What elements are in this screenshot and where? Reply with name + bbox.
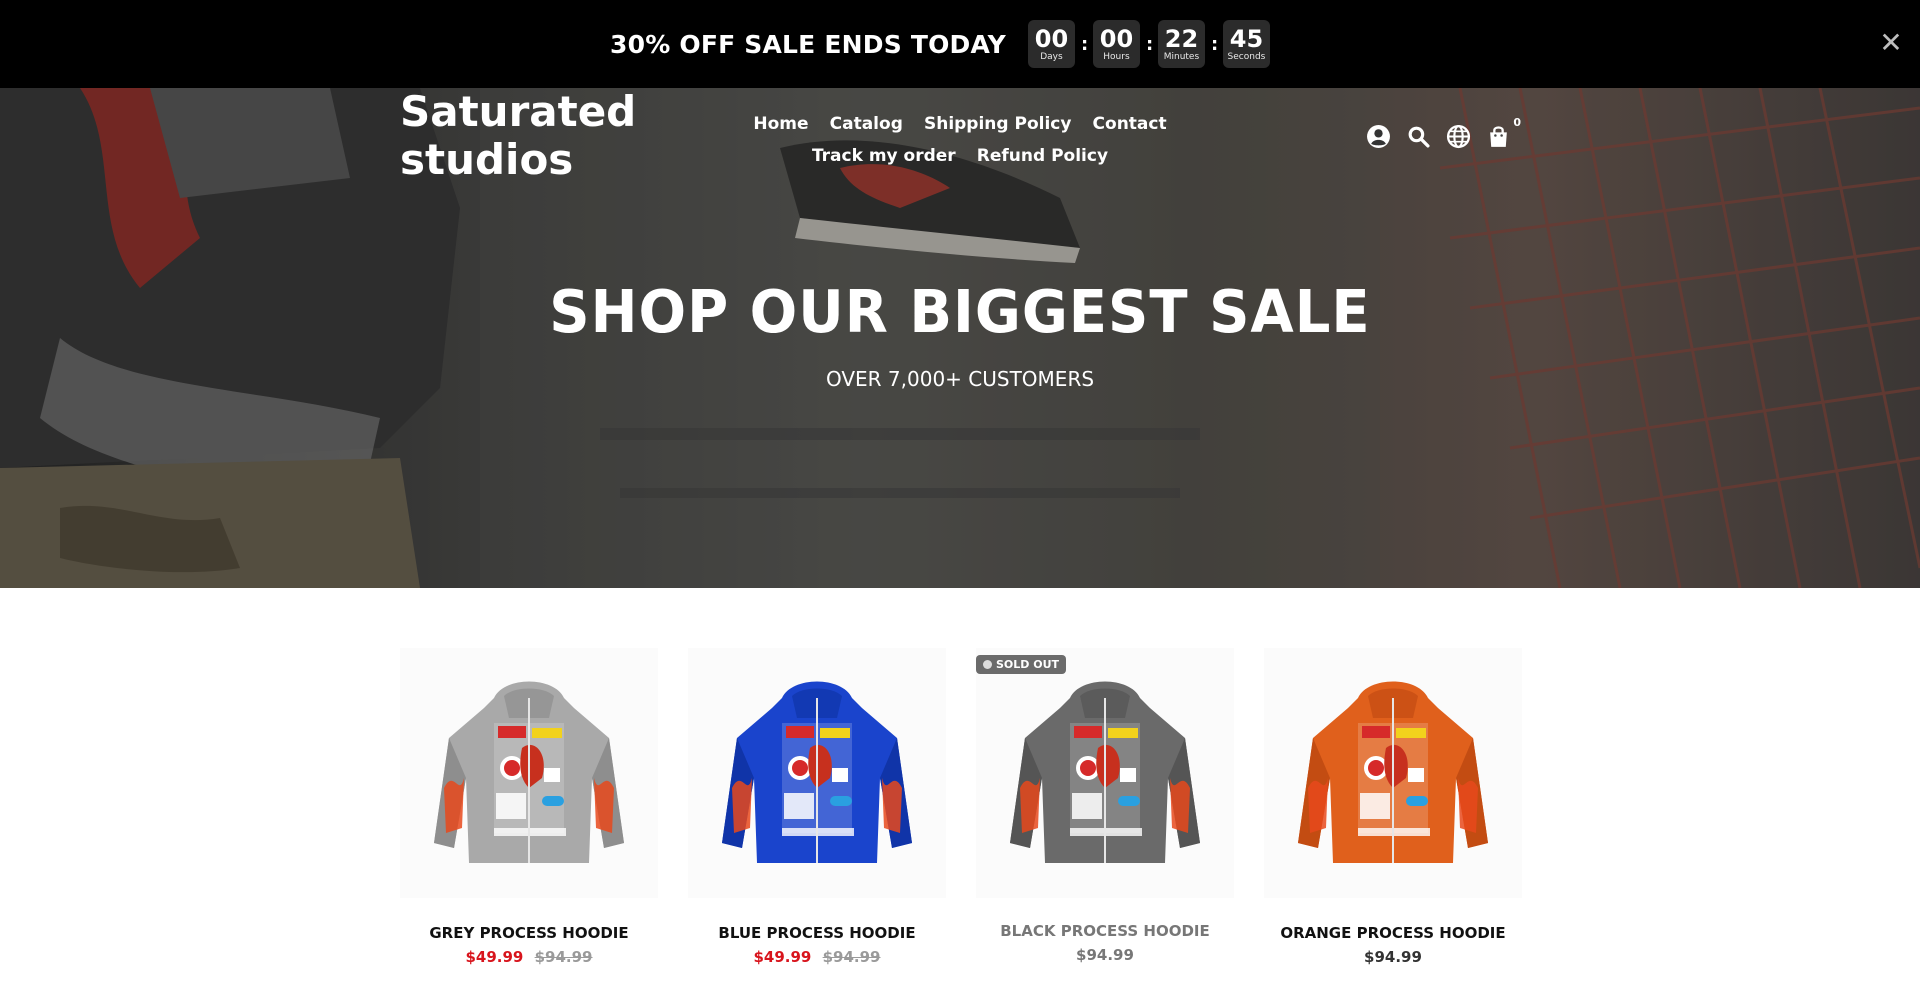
sold-out-icon [983,660,992,669]
countdown-separator: : [1210,33,1219,55]
compare-price: $94.99 [822,948,881,966]
product-card[interactable]: ORANGE PROCESS HOODIE $94.99 [1264,648,1522,966]
countdown-timer: 00 Days : 00 Hours : 22 Minutes : 45 Sec… [1027,20,1270,68]
countdown-seconds: 45 Seconds [1222,20,1270,68]
header-actions: 0 [1366,116,1521,149]
regular-price: $94.99 [1364,948,1422,966]
product-title[interactable]: GREY PROCESS HOODIE [400,924,658,942]
close-icon[interactable]: ✕ [1876,28,1906,58]
countdown-separator: : [1080,33,1089,55]
main-navigation: Home Catalog Shipping Policy Contact Tra… [690,108,1230,172]
regular-price: $94.99 [1076,946,1134,964]
globe-icon[interactable] [1446,124,1471,149]
product-grid: GREY PROCESS HOODIE $49.99 $94.99 BLUE P… [400,648,1522,966]
sold-out-badge: SOLD OUT [976,655,1067,674]
countdown-days: 00 Days [1027,20,1075,68]
sale-price: $49.99 [753,948,812,966]
compare-price: $94.99 [534,948,593,966]
nav-catalog[interactable]: Catalog [830,108,903,140]
cart-icon[interactable]: 0 [1486,116,1521,149]
countdown-days-label: Days [1040,51,1063,62]
product-price: $49.99 $94.99 [688,948,946,966]
nav-contact[interactable]: Contact [1093,108,1167,140]
product-price: $49.99 $94.99 [400,948,658,966]
countdown-seconds-label: Seconds [1227,51,1266,62]
product-card[interactable]: SOLD OUT BLACK PROCESS HOODIE $94.99 [976,648,1234,966]
countdown-minutes-value: 22 [1164,24,1199,53]
cart-count-badge: 0 [1513,116,1521,129]
nav-track-order[interactable]: Track my order [812,140,956,172]
site-logo[interactable]: Saturated studios [400,88,660,184]
nav-refund-policy[interactable]: Refund Policy [977,140,1108,172]
product-image[interactable] [400,648,658,898]
nav-shipping-policy[interactable]: Shipping Policy [924,108,1071,140]
countdown-minutes-label: Minutes [1163,51,1200,62]
product-title[interactable]: BLACK PROCESS HOODIE [976,922,1234,940]
countdown-hours-label: Hours [1103,51,1130,62]
search-icon[interactable] [1406,124,1431,149]
hero-subtitle: OVER 7,000+ CUSTOMERS [825,367,1095,391]
announcement-bar: 30% OFF SALE ENDS TODAY 00 Days : 00 Hou… [0,0,1920,88]
product-price: $94.99 [1264,948,1522,966]
product-price: $94.99 [976,946,1234,964]
product-image[interactable] [688,648,946,898]
product-card[interactable]: BLUE PROCESS HOODIE $49.99 $94.99 [688,648,946,966]
product-image[interactable]: SOLD OUT [976,648,1234,898]
countdown-minutes: 22 Minutes [1157,20,1205,68]
product-title[interactable]: BLUE PROCESS HOODIE [688,924,946,942]
nav-home[interactable]: Home [753,108,808,140]
sale-price: $49.99 [465,948,524,966]
countdown-days-value: 00 [1034,24,1069,53]
product-title[interactable]: ORANGE PROCESS HOODIE [1264,924,1522,942]
product-card[interactable]: GREY PROCESS HOODIE $49.99 $94.99 [400,648,658,966]
hero-banner: Saturated studios Home Catalog Shipping … [0,88,1920,588]
countdown-seconds-value: 45 [1229,24,1264,53]
countdown-separator: : [1145,33,1154,55]
account-icon[interactable] [1366,124,1391,149]
sold-out-label: SOLD OUT [996,658,1060,671]
announcement-content: 30% OFF SALE ENDS TODAY 00 Days : 00 Hou… [610,20,1270,68]
countdown-hours: 00 Hours [1092,20,1140,68]
announcement-text: 30% OFF SALE ENDS TODAY [610,29,1006,59]
hero-title: SHOP OUR BIGGEST SALE [549,278,1371,347]
product-image[interactable] [1264,648,1522,898]
countdown-hours-value: 00 [1099,24,1134,53]
